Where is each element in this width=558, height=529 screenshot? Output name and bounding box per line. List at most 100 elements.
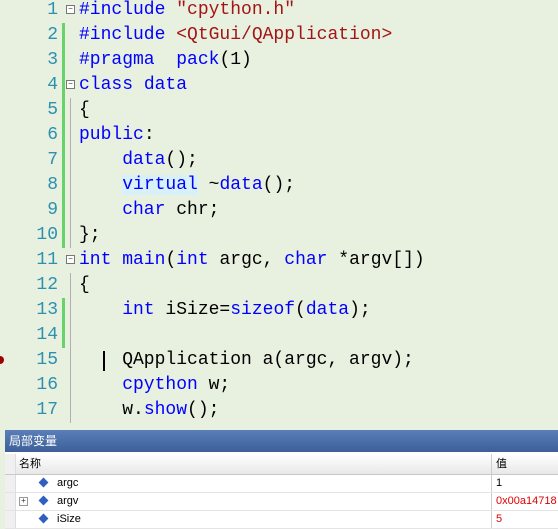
code-line[interactable]: 11− int main(int argc, char *argv[]) [0,248,558,273]
line-number: 2 [47,25,58,45]
code-token: ( [295,300,306,320]
code-line[interactable]: 17 w.show(); [0,398,558,423]
column-header-value[interactable]: 值 [491,454,507,474]
outline-guide [70,123,71,148]
code-token: (); [165,150,198,170]
code-token: #include [79,0,177,20]
outline-guide [70,173,71,198]
code-token: int [79,250,123,270]
code-token: ( [165,250,177,270]
code-token: virtual [122,175,198,195]
code-line[interactable]: 3 #pragma pack(1) [0,48,558,73]
code-token: public [79,125,144,145]
line-number: 1 [47,0,58,20]
code-token: argc, [219,250,285,270]
code-line[interactable]: 2 #include <QtGui/QApplication> [0,23,558,48]
code-line[interactable]: 9 char chr; [0,198,558,223]
code-line[interactable]: 12 { [0,273,558,298]
code-text: w.show(); [79,398,219,423]
code-line[interactable]: 5{ [0,98,558,123]
change-marker [62,23,65,48]
row-gutter [5,493,16,510]
variable-name: argc [57,477,79,489]
code-line[interactable]: 8 virtual ~data(); [0,173,558,198]
outline-guide [70,348,71,373]
locals-row[interactable]: iSize 5 [5,511,558,529]
variable-icon [38,513,49,524]
code-token: #include [79,25,177,45]
code-line[interactable]: 13 int iSize=sizeof(data); [0,298,558,323]
change-marker [62,73,65,98]
change-marker [62,298,65,323]
line-number: 11 [36,250,58,270]
change-marker [62,98,65,123]
code-token: sizeof [230,300,296,320]
code-text: class data [79,73,187,98]
code-line[interactable]: 6 public: [0,123,558,148]
column-header-name[interactable]: 名称 [19,454,41,474]
code-text: { [79,98,90,123]
line-number: 6 [47,125,58,145]
code-token: data [143,75,188,95]
line-number: 12 [36,275,58,295]
code-token: }; [79,225,101,245]
code-line[interactable]: 15 QApplication a(argc, argv); [0,348,558,373]
code-text: }; [79,223,101,248]
change-marker [62,148,65,173]
code-line[interactable]: 10}; [0,223,558,248]
locals-row[interactable]: argc 1 [5,475,558,493]
line-number: 7 [47,150,58,170]
line-number: 14 [36,325,58,345]
header-gutter [5,454,16,474]
line-number: 15 [36,350,58,370]
code-line[interactable]: 14 [0,323,558,348]
code-token: : [143,125,155,145]
line-number: 8 [47,175,58,195]
code-token: char [284,250,339,270]
code-token: iSize= [165,300,231,320]
line-number: 17 [36,400,58,420]
expand-icon[interactable]: + [19,497,28,506]
line-number: 16 [36,375,58,395]
change-marker [62,123,65,148]
code-line[interactable]: 7 data(); [0,148,558,173]
code-token: chr; [176,200,220,220]
line-number: 9 [47,200,58,220]
row-gutter [5,511,16,528]
locals-row[interactable]: + argv 0x00a14718 [5,493,558,511]
outline-guide [70,323,71,348]
variable-value[interactable]: 0x00a14718 [491,493,557,510]
code-token: { [79,100,90,120]
code-text: #include "cpython.h" [79,0,295,23]
outline-guide [70,398,71,423]
code-line[interactable]: 4− class data [0,73,558,98]
outline-guide [70,223,71,248]
code-token: class [79,75,144,95]
code-token: data [219,175,263,195]
variable-icon [38,477,49,488]
code-text: QApplication a(argc, argv); [79,348,414,373]
code-token: data [305,300,350,320]
code-line[interactable]: 16 cpython w; [0,373,558,398]
outline-guide [70,98,71,123]
collapse-icon[interactable]: − [66,80,75,89]
collapse-icon[interactable]: − [66,255,75,264]
code-token: #pragma pack [79,50,220,70]
code-token: *argv[]) [338,250,425,270]
line-number: 3 [47,50,58,70]
code-token: char [79,200,177,220]
variable-name: iSize [57,513,81,525]
collapse-icon[interactable]: − [66,5,75,14]
variable-name: argv [57,495,79,507]
locals-title: 局部变量 [5,430,558,452]
outline-guide [70,148,71,173]
variable-value[interactable]: 1 [491,475,502,492]
code-token: show [143,400,188,420]
outline-guide [70,273,71,298]
variable-value[interactable]: 5 [491,511,502,528]
code-token: int [176,250,220,270]
code-text: cpython w; [79,373,230,398]
code-editor[interactable]: 1− #include "cpython.h" 2 #include <QtGui/Q… [0,0,558,430]
code-line[interactable]: 1− #include "cpython.h" [0,0,558,23]
code-token: main [122,250,166,270]
